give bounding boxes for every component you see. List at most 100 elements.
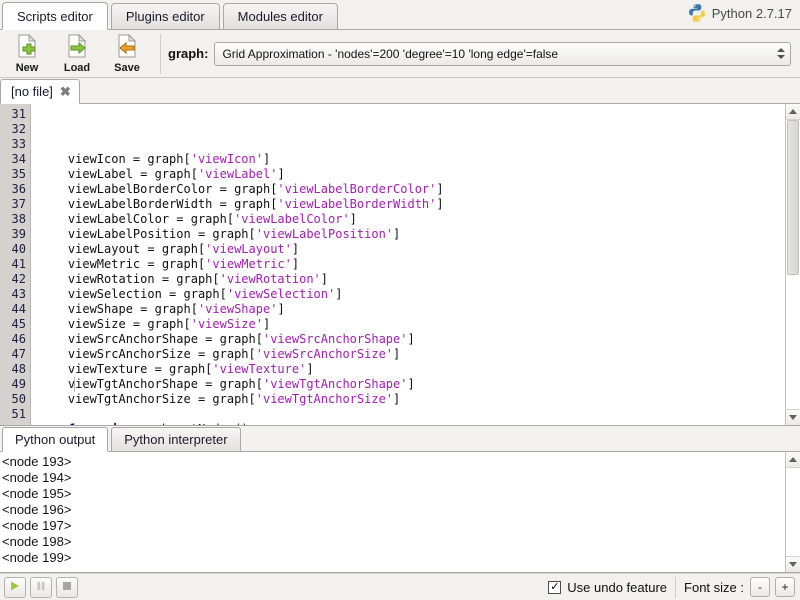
line-number: 31 [11,107,26,121]
code-line: viewSrcAnchorShape = graph['viewSrcAncho… [39,332,415,346]
scrollbar-thumb[interactable] [787,120,799,276]
line-number: 33 [11,137,26,151]
check-icon: ✓ [550,580,560,593]
output-scrollbar[interactable] [785,452,800,572]
tab-python-output[interactable]: Python output [2,427,109,452]
pause-button[interactable] [30,576,52,598]
line-number: 39 [11,227,26,241]
code-line: viewShape = graph['viewShape'] [39,302,285,316]
code-line: viewTexture = graph['viewTexture'] [39,362,314,376]
output-scrollbar-track[interactable] [786,468,800,556]
code-line: viewTgtAnchorSize = graph['viewTgtAnchor… [39,392,401,406]
code-line: viewLabelBorderColor = graph['viewLabelB… [39,182,444,196]
line-number: 41 [11,257,26,271]
toolbar-separator [160,33,161,74]
code-line: viewSelection = graph['viewSelection'] [39,287,343,301]
line-number: 46 [11,332,26,346]
indent-guide [74,377,75,392]
code-editor: 31 32 33 34 35 36 37 38 39 40 41 42 43 44 45 46 47 48 49 50… [0,104,800,426]
scroll-down-button[interactable] [786,409,800,425]
code-line: viewIcon = graph['viewIcon'] [39,152,271,166]
checkbox-box[interactable]: ✓ [548,580,562,594]
code-line: viewLayout = graph['viewLayout'] [39,242,300,256]
code-line: viewLabel = graph['viewLabel'] [39,167,285,181]
run-button[interactable] [4,576,26,598]
scrollbar-track[interactable] [786,120,800,409]
code-line: viewRotation = graph['viewRotation'] [39,272,329,286]
output-line: <node 196> [2,502,72,517]
tab-scripts-editor[interactable]: Scripts editor [2,2,108,30]
output-text: <node 193> <node 194> <node 195> <node 196>… [0,452,785,572]
line-number: 35 [11,167,26,181]
graph-selector-label: graph: [168,46,209,61]
line-number: 36 [11,182,26,196]
output-line: <node 193> [2,454,72,469]
output-tab-bar: Python output Python interpreter [0,426,800,452]
code-line: viewLabelBorderWidth = graph['viewLabelB… [39,197,444,211]
pause-icon [35,580,47,595]
line-number: 42 [11,272,26,286]
graph-selector-dropdown[interactable]: Grid Approximation - 'nodes'=200 'degree… [214,41,791,66]
status-bar-separator [675,576,677,598]
line-number: 45 [11,317,26,331]
python-logo-icon [687,3,707,23]
code-line: for n in graph.getNodes(): [39,422,785,425]
file-tab-bar: [no file] ✖ [0,78,800,104]
save-script-button[interactable]: Save [104,31,150,77]
stop-icon [61,580,73,595]
load-script-button[interactable]: Load [54,31,100,77]
output-line: <node 198> [2,534,72,549]
play-icon [9,580,21,595]
font-size-increase-button[interactable]: + [775,577,795,597]
load-script-label: Load [63,62,91,74]
tab-plugins-editor[interactable]: Plugins editor [110,3,220,29]
line-number: 48 [11,362,26,376]
line-number: 34 [11,152,26,166]
output-line: <node 199> [2,550,72,565]
file-tab-label: [no file] [11,84,53,99]
output-scroll-down-button[interactable] [786,556,800,572]
line-number: 50 [11,392,26,406]
line-number: 38 [11,212,26,226]
line-number: 51 [11,407,26,421]
scroll-up-button[interactable] [786,104,800,120]
output-line: <node 197> [2,518,72,533]
status-bar: ✓ Use undo feature Font size : - + [0,573,800,600]
line-number: 40 [11,242,26,256]
code-line: viewSrcAnchorSize = graph['viewSrcAnchor… [39,347,401,361]
close-icon[interactable]: ✖ [60,85,71,98]
line-number: 37 [11,197,26,211]
tab-python-interpreter[interactable]: Python interpreter [111,427,241,451]
output-pane: <node 193> <node 194> <node 195> <node 196>… [0,452,800,573]
graph-selector-value: Grid Approximation - 'nodes'=200 'degree… [222,46,559,61]
line-number: 32 [11,122,26,136]
editor-scrollbar[interactable] [785,104,800,425]
code-line: viewTgtAnchorShape = graph['viewTgtAncho… [39,377,415,391]
line-number: 43 [11,287,26,301]
new-script-label: New [15,62,39,74]
code-line: viewSize = graph['viewSize'] [39,317,271,331]
file-tab-no-file[interactable]: [no file] ✖ [0,79,80,104]
line-number: 44 [11,302,26,316]
output-scroll-up-button[interactable] [786,452,800,468]
new-file-icon [14,33,40,62]
code-line: viewLabelPosition = graph['viewLabelPosi… [39,227,401,241]
code-text-area[interactable]: viewIcon = graph['viewIcon'] viewLabel =… [31,104,785,425]
use-undo-feature-label: Use undo feature [567,579,668,595]
save-script-label: Save [114,62,140,74]
output-line: <node 195> [2,486,72,501]
code-line: viewLabelColor = graph['viewLabelColor'] [39,212,357,226]
chevron-updown-icon [772,48,790,59]
stop-button[interactable] [56,576,78,598]
load-file-icon [64,33,90,62]
save-file-icon [114,33,140,62]
code-line: viewMetric = graph['viewMetric'] [39,257,300,271]
tab-modules-editor[interactable]: Modules editor [222,3,338,29]
line-number: 49 [11,377,26,391]
scripts-editor-window: Scripts editor Plugins editor Modules ed… [0,0,800,600]
output-line: <node 194> [2,470,72,485]
new-script-button[interactable]: New [4,31,50,77]
font-size-decrease-button[interactable]: - [750,577,770,597]
use-undo-feature-checkbox[interactable]: ✓ Use undo feature [548,580,667,595]
